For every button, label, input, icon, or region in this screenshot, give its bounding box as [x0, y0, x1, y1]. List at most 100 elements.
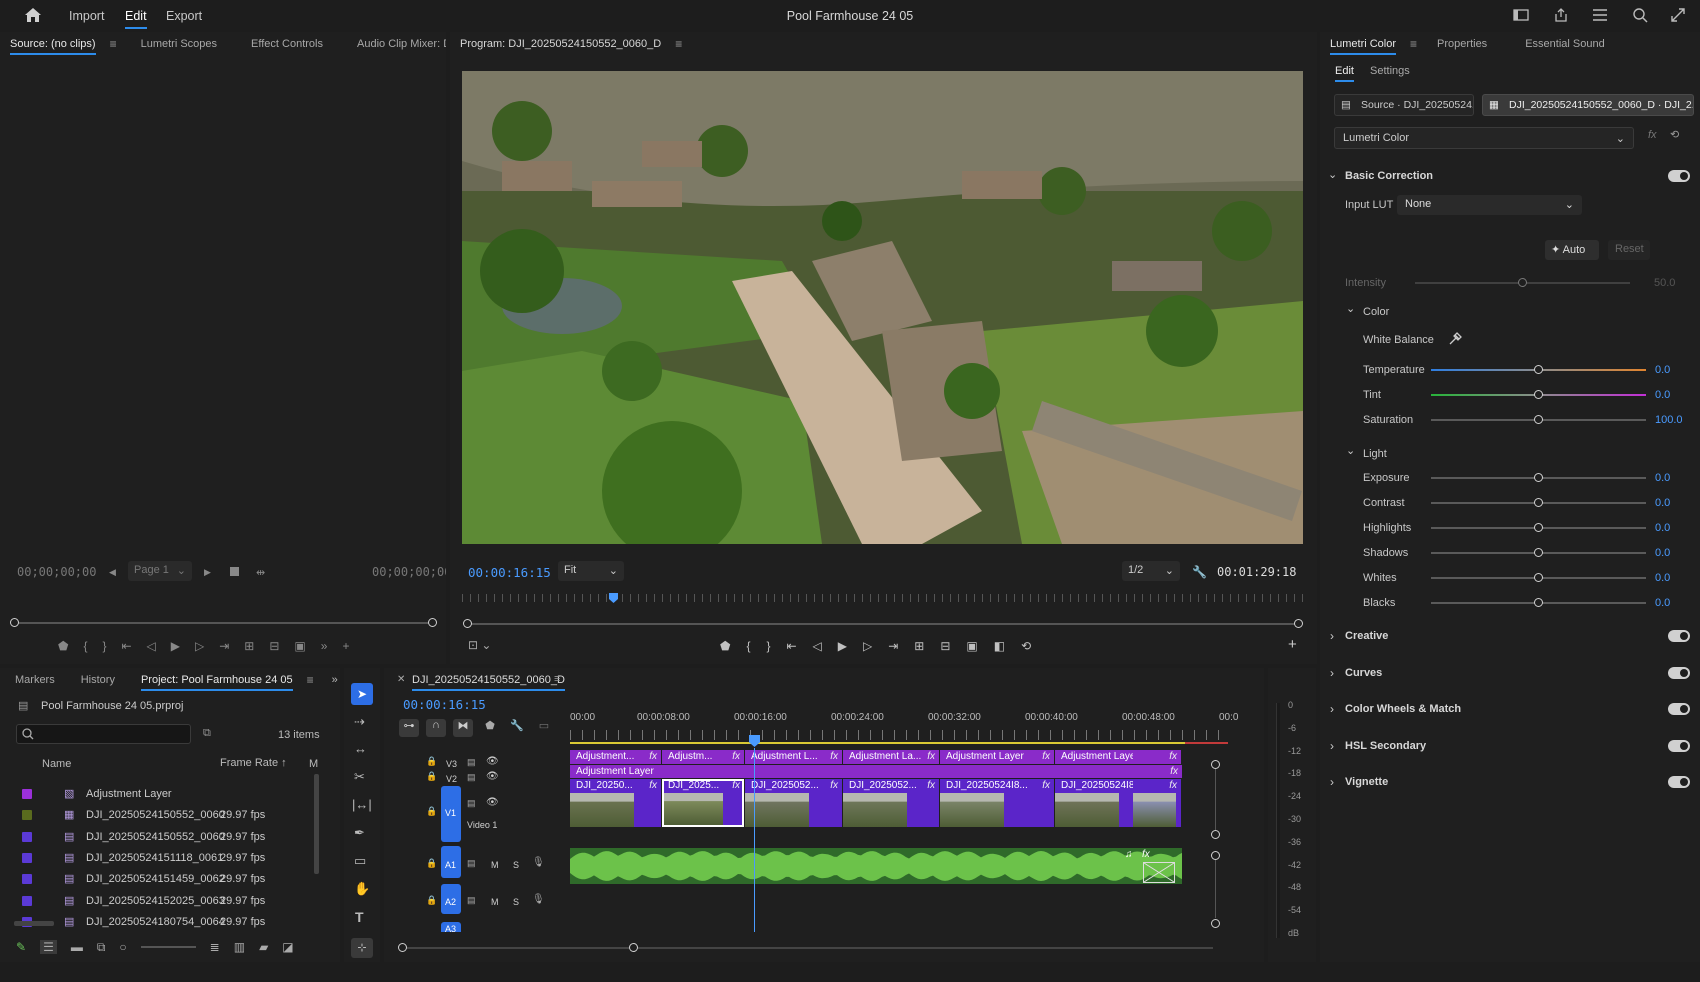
track-select-tool-icon[interactable]: ⇢ — [354, 714, 365, 730]
eye-icon[interactable]: 👁 — [486, 771, 499, 782]
panel-menu-icon[interactable]: ≡ — [307, 673, 314, 687]
menu-import[interactable]: Import — [69, 9, 104, 23]
curves-chevron-icon[interactable]: › — [1330, 666, 1334, 680]
video-clip[interactable]: DJI_20250... fx — [570, 779, 661, 827]
temperature-value[interactable]: 0.0 — [1655, 364, 1670, 376]
track-a2-label[interactable]: A2 — [445, 897, 456, 907]
vignette-section-title[interactable]: Vignette — [1345, 776, 1388, 788]
source-scrub-end[interactable] — [428, 618, 437, 627]
light-section-title[interactable]: Light — [1363, 448, 1387, 460]
input-lut-select[interactable]: None ⌄ — [1397, 195, 1582, 215]
intensity-slider-knob[interactable] — [1518, 278, 1527, 287]
program-scrub-end[interactable] — [1294, 619, 1303, 628]
track-v3-label[interactable]: V3 — [446, 759, 457, 769]
eye-icon[interactable]: 👁 — [486, 797, 499, 808]
shadows-value[interactable]: 0.0 — [1655, 547, 1670, 559]
reset-effect-icon[interactable]: ⟲ — [1670, 128, 1679, 141]
tab-effect-controls[interactable]: Effect Controls — [241, 32, 333, 56]
marker-icon[interactable]: ⬟ — [58, 639, 68, 653]
sync-lock-icon[interactable]: ▤ — [467, 757, 476, 768]
ripple-edit-tool-icon[interactable]: ↔ — [354, 741, 367, 756]
timeline-hscroll-start[interactable] — [398, 943, 407, 952]
light-chevron-icon[interactable]: ⌄ — [1346, 444, 1355, 457]
extract-icon[interactable]: ⊟ — [940, 639, 950, 653]
sync-lock-icon[interactable]: ▤ — [467, 858, 476, 869]
track-v1-label[interactable]: V1 — [445, 808, 456, 818]
slip-tool-icon[interactable]: |↔| — [352, 797, 372, 812]
tab-project[interactable]: Project: Pool Farmhouse 24 05 — [131, 668, 303, 692]
hsl-secondary-toggle[interactable] — [1668, 739, 1690, 752]
marker-icon[interactable]: ⬟ — [720, 639, 730, 653]
column-frame-rate[interactable]: Frame Rate ↑ — [220, 757, 287, 769]
project-item[interactable]: ▦ DJI_20250524150552_0060 29.97 fps — [14, 805, 310, 825]
curves-section-title[interactable]: Curves — [1345, 667, 1382, 679]
timeline-hscroll-end[interactable] — [629, 943, 638, 952]
step-forward-icon[interactable]: ▷ — [863, 639, 872, 653]
adjustment-layer-clip[interactable]: Adjustment L... fx — [745, 750, 842, 764]
generative-tool-icon[interactable]: ⊹ — [351, 938, 373, 958]
search-icon[interactable] — [1632, 7, 1648, 23]
video-clip[interactable]: DJI_2025052... fx — [843, 779, 939, 827]
lock-icon[interactable]: 🔒 — [426, 756, 437, 767]
sort-icon[interactable]: ≣ — [210, 940, 220, 954]
project-item[interactable]: ▤ DJI_20250524180754_0064 29.97 fps — [14, 912, 310, 932]
overwrite-icon[interactable]: ⊟ — [269, 639, 279, 653]
whites-slider-knob[interactable] — [1534, 573, 1543, 582]
page-select[interactable]: Page 1 ⌄ — [128, 561, 192, 581]
reset-button[interactable]: Reset — [1608, 240, 1650, 260]
vr-icon[interactable]: ⟲ — [1021, 639, 1031, 653]
close-sequence-icon[interactable]: ✕ — [397, 674, 405, 685]
project-item[interactable]: ▧ Adjustment Layer — [14, 784, 310, 804]
project-hscroll[interactable] — [14, 921, 54, 926]
project-item[interactable]: ▤ DJI_20250524150552_0060 29.97 fps — [14, 827, 310, 847]
effect-select[interactable]: Lumetri Color ⌄ — [1334, 127, 1634, 149]
pencil-icon[interactable]: ✎ — [16, 940, 26, 954]
program-mini-ruler[interactable] — [462, 594, 1303, 602]
video-clip[interactable]: fx — [1133, 779, 1181, 827]
pen-tool-icon[interactable]: ✒ — [354, 825, 365, 841]
color-chevron-icon[interactable]: ⌄ — [1346, 302, 1355, 315]
panel-menu-icon[interactable]: ≡ — [675, 37, 682, 51]
video-clip[interactable]: DJI_20250524I8... fx — [940, 779, 1054, 827]
tab-properties[interactable]: Properties — [1427, 32, 1497, 56]
adjustment-layer-clip[interactable]: Adjustment Layer fx — [940, 750, 1054, 764]
timeline-hscroll[interactable] — [403, 947, 1213, 949]
mark-out-icon[interactable]: } — [102, 639, 106, 653]
resolution-select[interactable]: 1/2 ⌄ — [1122, 561, 1180, 581]
blacks-slider-knob[interactable] — [1534, 598, 1543, 607]
source-timecode-left[interactable]: 00;00;00;00 — [17, 565, 96, 579]
new-item-icon[interactable]: ◪ — [282, 940, 293, 954]
color-wheels-match-section-title[interactable]: Color Wheels & Match — [1345, 703, 1461, 715]
sync-lock-icon[interactable]: ▤ — [467, 772, 476, 783]
vignette-chevron-icon[interactable]: › — [1330, 775, 1334, 789]
color-wheels-match-chevron-icon[interactable]: › — [1330, 702, 1334, 716]
workspace-icon[interactable] — [1513, 8, 1529, 22]
v2-adjustment-clip[interactable]: Adjustment Layer fx — [570, 765, 1182, 778]
project-search-input[interactable] — [16, 724, 191, 744]
exposure-slider-knob[interactable] — [1534, 473, 1543, 482]
hsl-secondary-section-title[interactable]: HSL Secondary — [1345, 740, 1426, 752]
label-color-swatch[interactable] — [22, 874, 32, 885]
tab-lumetri-color[interactable]: Lumetri Color — [1320, 32, 1406, 56]
sync-lock-icon[interactable]: ▤ — [467, 895, 476, 906]
linked-selection-icon[interactable]: ⧓ — [453, 719, 473, 737]
label-color-swatch[interactable] — [22, 810, 32, 821]
curves-toggle[interactable] — [1668, 666, 1690, 679]
lock-icon[interactable]: 🔒 — [426, 771, 437, 782]
color-section-title[interactable]: Color — [1363, 306, 1389, 318]
timeline-ruler[interactable]: 00:00 00:00:08:00 00:00:16:00 00:00:24:00 00… — [570, 712, 1238, 744]
selection-tool-icon[interactable]: ➤ — [351, 683, 373, 705]
work-area-bar[interactable] — [570, 742, 1185, 744]
zoom-slider-knob[interactable]: ○ — [119, 940, 126, 954]
captions-icon[interactable]: ▭ — [534, 719, 554, 737]
next-page-icon[interactable]: ▶ — [204, 567, 211, 578]
tint-value[interactable]: 0.0 — [1655, 389, 1670, 401]
column-name[interactable]: Name — [42, 758, 71, 770]
basic-correction-title[interactable]: Basic Correction — [1345, 170, 1433, 182]
add-button-icon[interactable]: + — [342, 639, 349, 653]
temperature-slider-knob[interactable] — [1534, 365, 1543, 374]
saturation-value[interactable]: 100.0 — [1655, 414, 1683, 426]
insert-icon[interactable]: ⊞ — [244, 639, 254, 653]
step-forward-icon[interactable]: ▷ — [195, 639, 204, 653]
track-area[interactable]: Adjustment... fx Adjustm... fx Adjustment L.… — [570, 748, 1188, 932]
